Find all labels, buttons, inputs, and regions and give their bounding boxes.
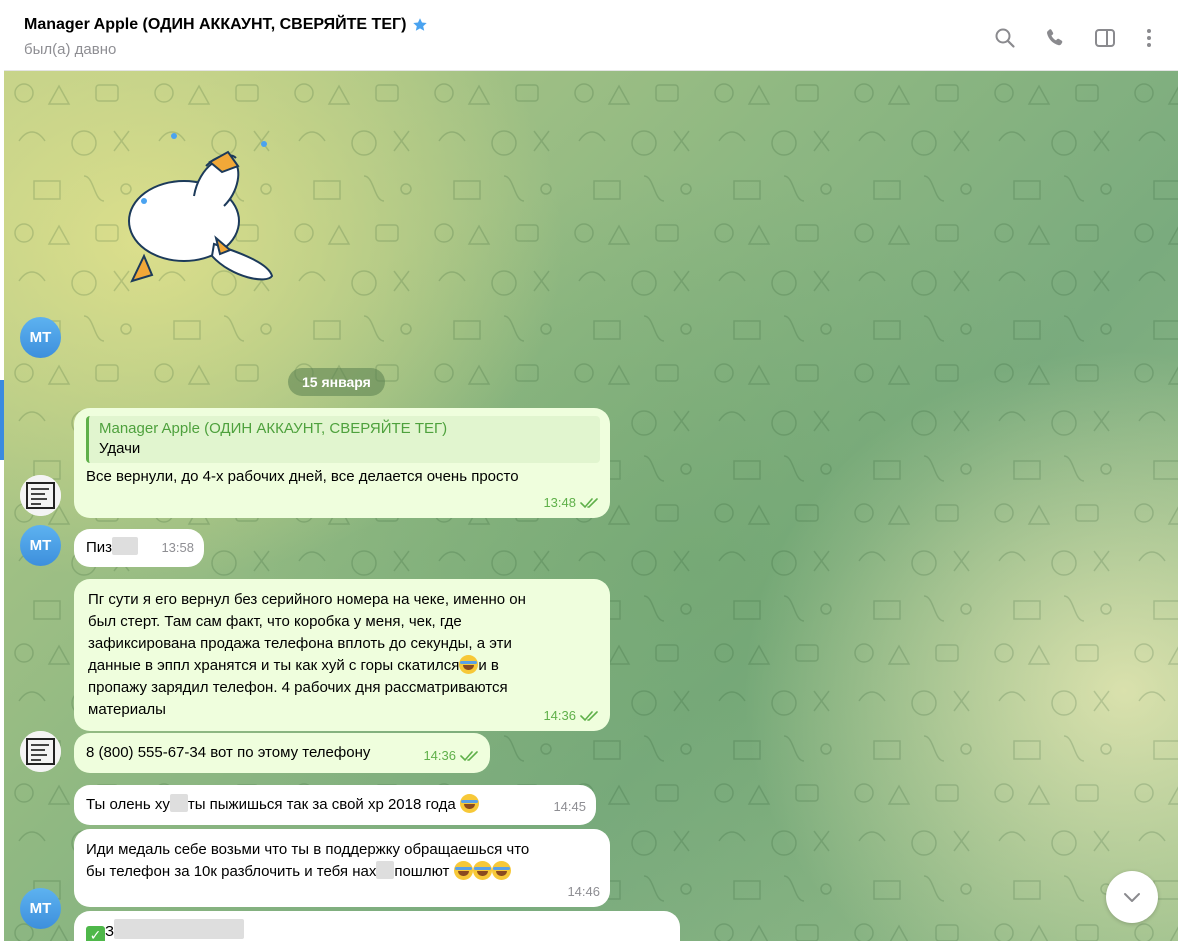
sidebar-icon <box>1095 29 1115 47</box>
message-text: 8 (800) 555-67-34 вот по этому телефону <box>86 744 371 761</box>
more-button[interactable] <box>1134 23 1164 53</box>
message-text: Все вернули, до 4-х рабочих дней, все де… <box>86 468 519 485</box>
message-line: бы телефон за 10к разблочить и тебя нах <box>86 863 377 880</box>
avatar-user[interactable] <box>20 475 61 516</box>
message-meta: 13:58 <box>161 537 194 559</box>
message-meta: 13:48 <box>543 492 600 514</box>
avatar-initials: MT <box>29 329 52 346</box>
message-meta: 14:36 <box>423 745 480 767</box>
chevron-down-icon <box>1124 893 1140 902</box>
laughing-emoji-icon <box>491 861 511 880</box>
avatar[interactable]: MT <box>20 317 61 358</box>
avatar-initials: MT <box>29 900 52 917</box>
message-line: был стерт. Там сам факт, что коробка у м… <box>88 613 462 630</box>
message-line: материалы <box>88 701 166 718</box>
laughing-emoji-icon <box>472 861 492 880</box>
message-line: пропажу зарядил телефон. 4 рабочих дня р… <box>88 679 508 696</box>
message-meta: 14:36 <box>543 705 600 727</box>
more-icon <box>1147 29 1151 47</box>
message-bubble-outgoing[interactable]: Пг сути я его вернул без серийного номер… <box>74 579 610 731</box>
message-bubble-incoming[interactable]: Ты олень ху ты пыжишься так за свой хр 20… <box>74 785 596 825</box>
duck-sticker[interactable] <box>114 126 284 306</box>
scroll-to-bottom-button[interactable] <box>1106 871 1158 923</box>
message-line: и в <box>478 657 499 674</box>
message-text: Пиз <box>86 539 113 556</box>
message-line: Иди медаль себе возьми что ты в поддержк… <box>86 841 530 858</box>
laughing-emoji-icon <box>459 794 479 813</box>
message-meta: 14:46 <box>567 881 600 903</box>
reply-quote[interactable]: Manager Apple (ОДИН АККАУНТ, СВЕРЯЙТЕ ТЕ… <box>86 416 600 463</box>
message-bubble-incoming[interactable]: Пиз 13:58 <box>74 529 204 567</box>
chat-status: был(а) давно <box>24 41 117 58</box>
avatar[interactable]: MT <box>20 525 61 566</box>
toggle-sidebar-button[interactable] <box>1090 23 1120 53</box>
chat-title[interactable]: Manager Apple (ОДИН АККАУНТ, СВЕРЯЙТЕ ТЕ… <box>24 16 406 34</box>
message-time: 14:46 <box>567 884 600 899</box>
message-time: 13:48 <box>543 495 576 510</box>
double-check-icon <box>580 711 598 722</box>
check-mark-emoji-icon: ✓ <box>86 926 105 941</box>
redacted-text <box>169 794 188 812</box>
chat-window: Manager Apple (ОДИН АККАУНТ, СВЕРЯЙТЕ ТЕ… <box>4 4 1178 941</box>
message-bubble-outgoing[interactable]: 8 (800) 555-67-34 вот по этому телефону … <box>74 733 490 773</box>
message-meta: 14:45 <box>553 796 586 818</box>
double-check-icon <box>580 498 598 509</box>
avatar[interactable]: MT <box>20 888 61 929</box>
message-text: З <box>105 923 115 940</box>
message-line: данные в эппл хранятся и ты как хуй с го… <box>88 657 460 674</box>
laughing-emoji-icon <box>453 861 473 880</box>
active-chat-indicator <box>0 380 4 460</box>
message-text: Ты олень ху <box>86 796 170 813</box>
comic-avatar-image <box>20 475 61 516</box>
search-icon <box>995 28 1015 48</box>
message-time: 14:36 <box>423 748 456 763</box>
call-button[interactable] <box>1040 23 1070 53</box>
phone-icon <box>1047 29 1063 46</box>
reply-quote-text: Удачи <box>99 440 141 457</box>
avatar-user[interactable] <box>20 731 61 772</box>
redacted-text <box>376 861 395 879</box>
comic-avatar-image <box>20 731 61 772</box>
double-check-icon <box>460 751 478 762</box>
message-bubble-incoming[interactable]: ✓ З <box>74 911 680 941</box>
message-line: Пг сути я его вернул без серийного номер… <box>88 591 526 608</box>
message-line: пошлют <box>394 863 450 880</box>
laughing-emoji-icon <box>459 655 479 674</box>
message-bubble-outgoing[interactable]: Manager Apple (ОДИН АККАУНТ, СВЕРЯЙТЕ ТЕ… <box>74 408 610 518</box>
message-bubble-incoming[interactable]: Иди медаль себе возьми что ты в поддержк… <box>74 829 610 907</box>
chat-area[interactable]: MT 15 января Manager Apple (ОДИН АККАУНТ… <box>4 71 1178 941</box>
avatar-initials: MT <box>29 537 52 554</box>
chat-header: Manager Apple (ОДИН АККАУНТ, СВЕРЯЙТЕ ТЕ… <box>4 4 1178 71</box>
message-line: зафиксирована продажа телефона вплоть до… <box>88 635 512 652</box>
star-icon <box>412 17 428 33</box>
search-button[interactable] <box>990 23 1020 53</box>
title-row: Manager Apple (ОДИН АККАУНТ, СВЕРЯЙТЕ ТЕ… <box>24 16 428 34</box>
redacted-text <box>114 919 245 939</box>
message-time: 14:36 <box>543 708 576 723</box>
message-time: 13:58 <box>161 540 194 555</box>
reply-quote-author: Manager Apple (ОДИН АККАУНТ, СВЕРЯЙТЕ ТЕ… <box>99 420 448 437</box>
date-separator: 15 января <box>288 368 385 396</box>
message-text: ты пыжишься так за свой хр 2018 года <box>187 796 456 813</box>
message-time: 14:45 <box>553 799 586 814</box>
redacted-text <box>112 537 139 555</box>
